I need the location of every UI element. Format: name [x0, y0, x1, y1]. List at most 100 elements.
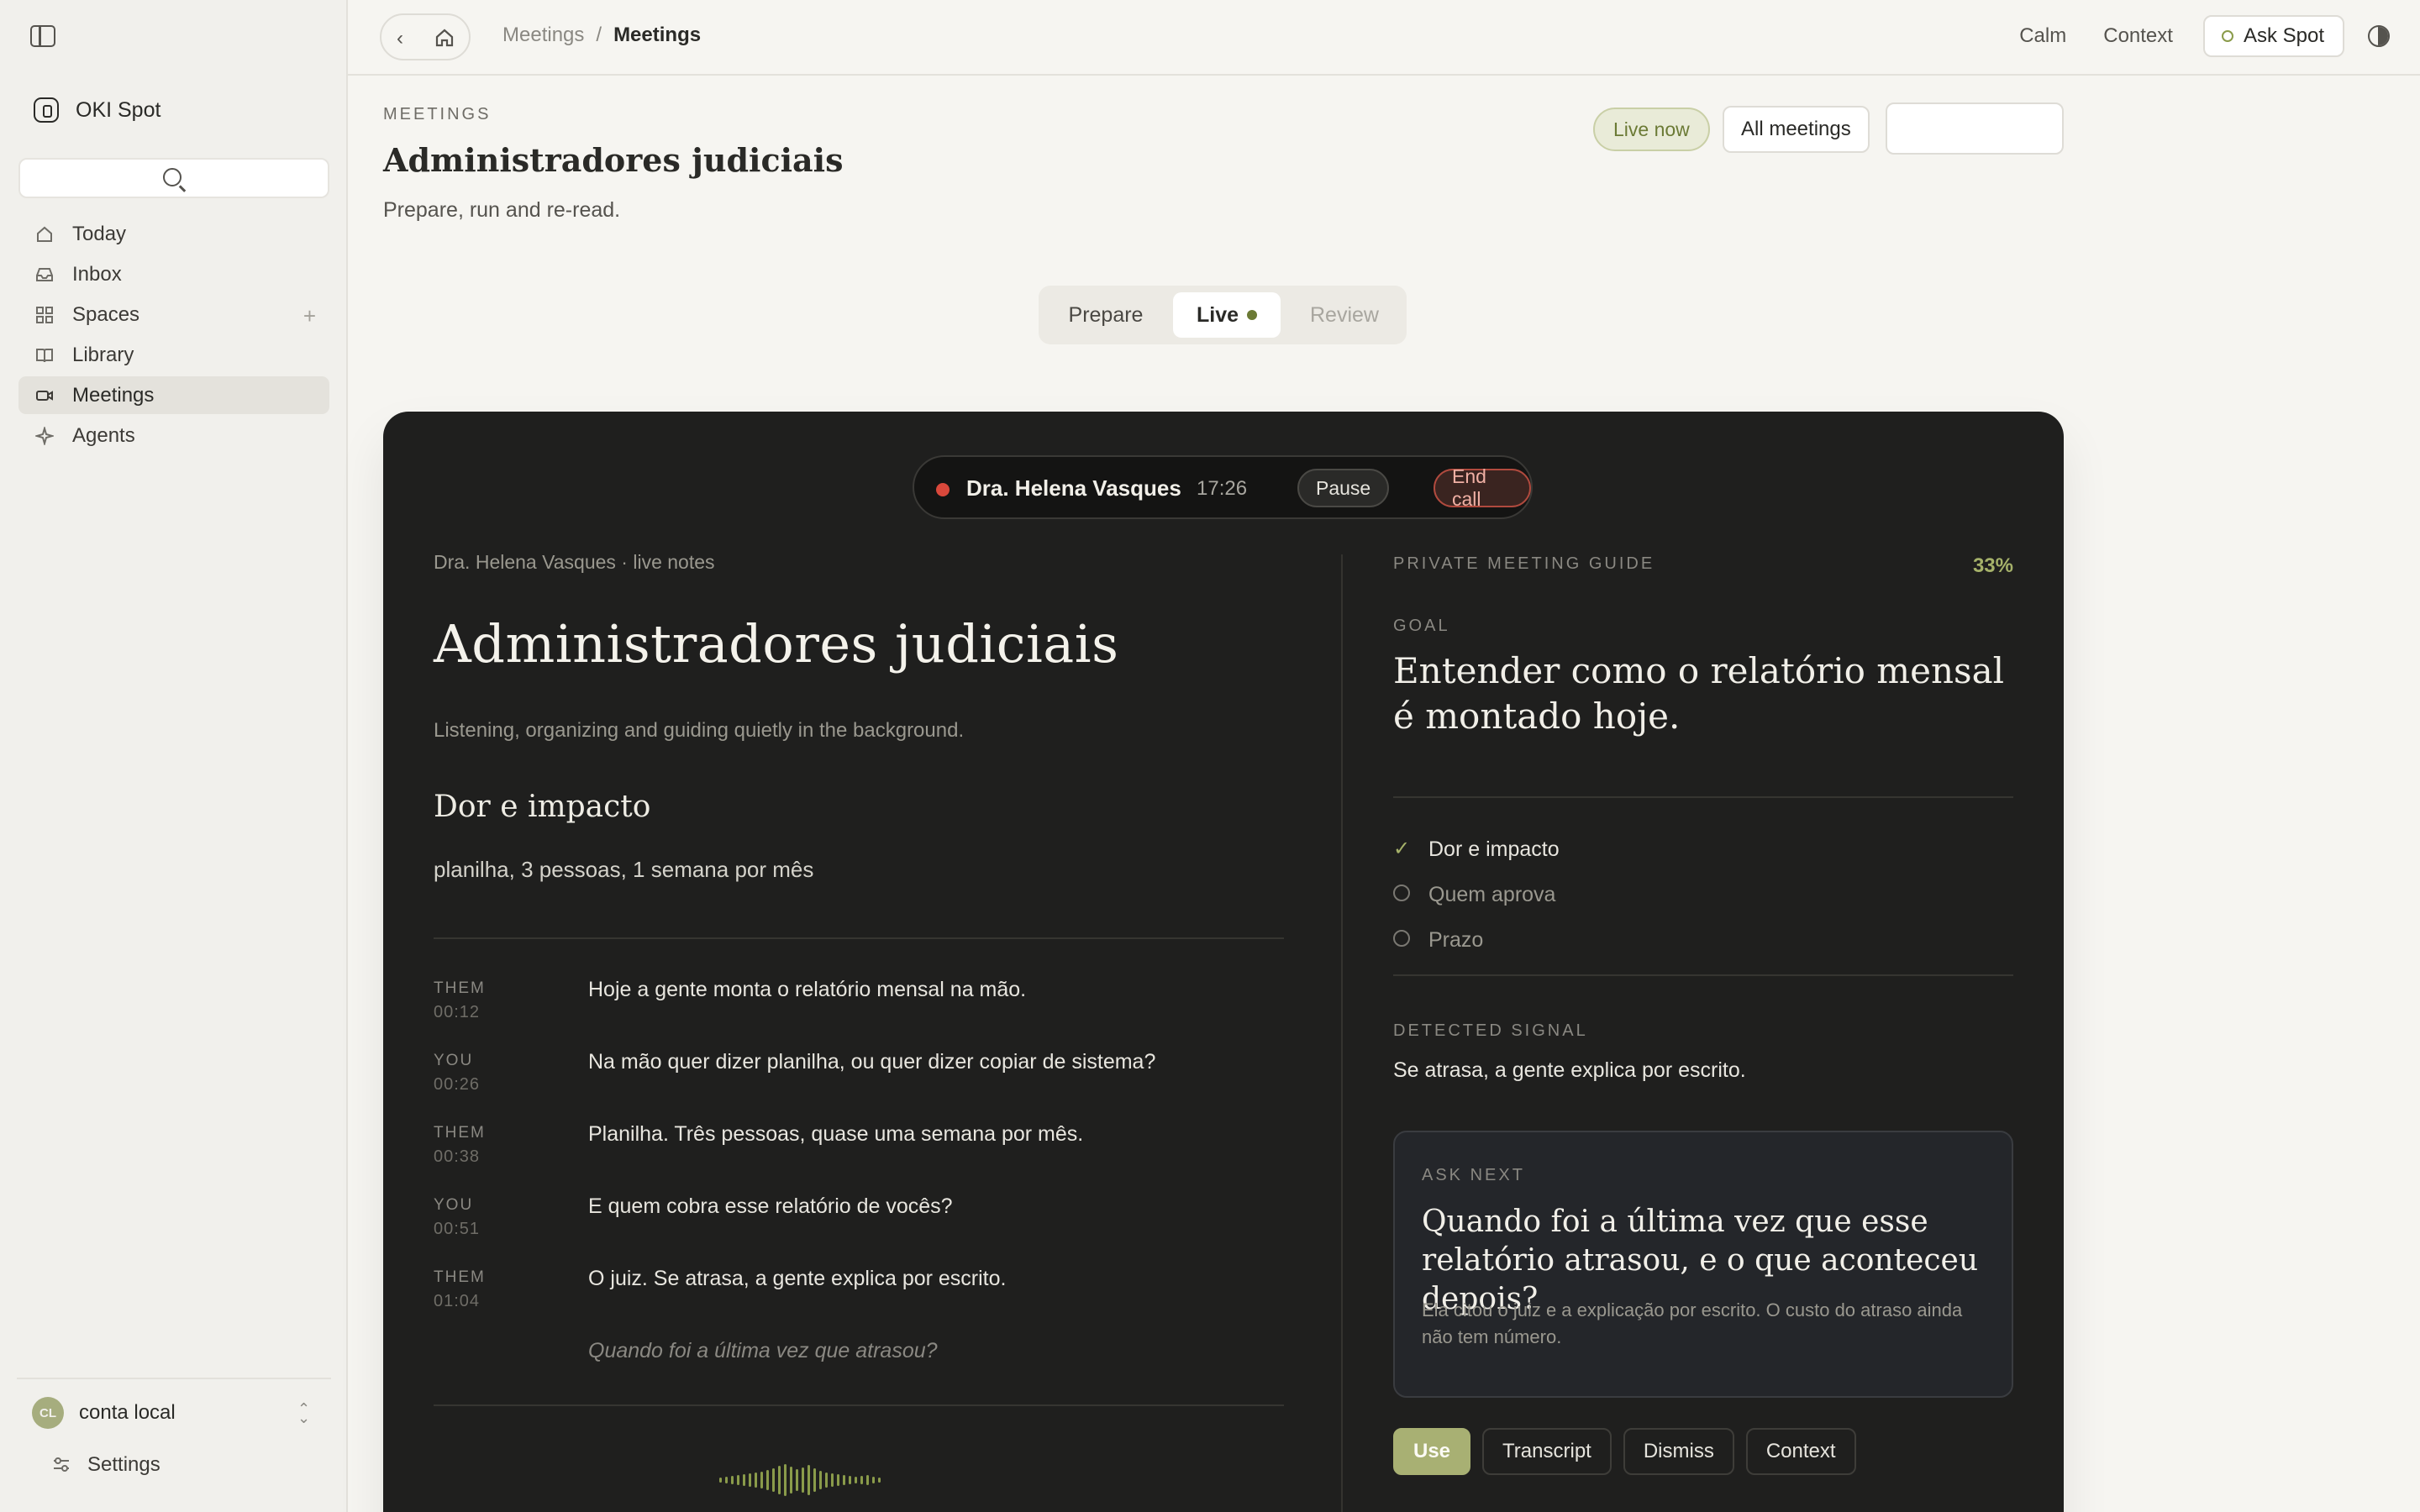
waveform-bar: [831, 1473, 834, 1487]
check-icon: ✓: [1393, 837, 1411, 860]
calm-button[interactable]: Calm: [2012, 16, 2073, 56]
search-icon: [163, 168, 182, 186]
theme-toggle-icon[interactable]: [2368, 25, 2390, 47]
checklist-label: Prazo: [1428, 927, 1484, 952]
timestamp: 00:51: [434, 1220, 481, 1238]
tab-prepare[interactable]: Prepare: [1045, 292, 1166, 338]
context-button[interactable]: Context: [1745, 1428, 1856, 1475]
speaker-label: THEM: [434, 1124, 486, 1142]
waveform-bar: [749, 1473, 751, 1487]
waveform-bar: [802, 1467, 804, 1493]
goal-text: Entender como o relatório mensal é monta…: [1393, 650, 2005, 737]
sidebar-item-library[interactable]: Library: [18, 336, 329, 374]
transcript-row: YOU 00:51 E quem cobra esse relatório de…: [434, 1194, 1284, 1267]
checklist-item[interactable]: ✓ Dor e impacto: [1393, 827, 2013, 872]
waveform-bar: [760, 1472, 763, 1488]
sidebar-item-label: Today: [72, 222, 127, 245]
speaker-label: THEM: [434, 979, 486, 997]
sidebar-item-meetings[interactable]: Meetings: [18, 376, 329, 414]
utterance: Hoje a gente monta o relatório mensal na…: [588, 978, 1027, 1001]
waveform-bar: [872, 1477, 875, 1483]
checklist-item[interactable]: Quem aprova: [1393, 872, 2013, 917]
notes-title: Administradores judiciais: [434, 613, 1119, 675]
suggested-question-row: Quando foi a última vez que atrasou?: [434, 1339, 1284, 1411]
utterance: E quem cobra esse relatório de vocês?: [588, 1194, 953, 1218]
brand[interactable]: OKI Spot: [34, 97, 160, 123]
guide-checklist: ✓ Dor e impacto Quem aprova Prazo: [1393, 827, 2013, 963]
breadcrumb-parent[interactable]: Meetings: [502, 24, 584, 47]
waveform-bar: [808, 1465, 810, 1495]
home-icon[interactable]: [434, 27, 455, 49]
breadcrumb-current: Meetings: [613, 24, 702, 46]
transcript-row: THEM 01:04 O juiz. Se atrasa, a gente ex…: [434, 1267, 1284, 1339]
ask-next-note: Ela citou o juiz e a explicação por escr…: [1422, 1299, 1963, 1347]
transcript-row: THEM 00:12 Hoje a gente monta o relatóri…: [434, 978, 1284, 1050]
live-now-filter[interactable]: Live now: [1593, 108, 1710, 151]
guide-label: PRIVATE MEETING GUIDE: [1393, 554, 1655, 573]
account-switcher[interactable]: CL conta local: [32, 1397, 176, 1429]
timestamp: 00:12: [434, 1003, 481, 1021]
waveform-bar: [725, 1477, 728, 1483]
grid-icon: [36, 307, 53, 323]
speaker-label: YOU: [434, 1196, 474, 1214]
tab-live[interactable]: Live: [1173, 292, 1281, 338]
dismiss-button[interactable]: Dismiss: [1623, 1428, 1734, 1475]
account-label: conta local: [79, 1401, 176, 1424]
waveform-bar: [843, 1475, 845, 1485]
ask-spot-button[interactable]: Ask Spot: [2202, 15, 2344, 57]
sidebar-nav: Today Inbox Spaces + Library Meetings Ag…: [18, 215, 329, 457]
transcript-row: YOU 00:26 Na mão quer dizer planilha, ou…: [434, 1050, 1284, 1122]
suggested-question: Quando foi a última vez que atrasou?: [588, 1339, 938, 1362]
pause-button[interactable]: Pause: [1297, 469, 1390, 507]
sidebar-toggle-icon[interactable]: [30, 25, 55, 47]
checklist-item[interactable]: Prazo: [1393, 917, 2013, 963]
topbar-actions: Calm Context Ask Spot: [2012, 15, 2390, 57]
sidebar-item-label: Library: [72, 343, 134, 366]
waveform-bar: [837, 1474, 839, 1486]
back-icon[interactable]: ‹: [397, 27, 403, 50]
sidebar-divider: [17, 1378, 331, 1379]
context-button[interactable]: Context: [2096, 16, 2180, 56]
guide-actions: Use Transcript Dismiss Context: [1393, 1428, 1856, 1475]
transcript: THEM 00:12 Hoje a gente monta o relatóri…: [434, 978, 1284, 1411]
notes-label: Dra. Helena Vasques · live notes: [434, 551, 715, 573]
history-nav: ‹: [380, 13, 471, 60]
avatar: CL: [32, 1397, 64, 1429]
breadcrumb: Meetings / Meetings: [502, 24, 701, 47]
sidebar-item-inbox[interactable]: Inbox: [18, 255, 329, 293]
waveform-bar: [825, 1473, 828, 1488]
speaker-label: YOU: [434, 1052, 474, 1069]
empty-circle-icon: [1393, 930, 1410, 947]
timestamp: 01:04: [434, 1292, 481, 1310]
settings-button[interactable]: Settings: [52, 1453, 160, 1477]
page-eyebrow: MEETINGS: [383, 105, 492, 123]
all-meetings-button[interactable]: All meetings: [1723, 106, 1870, 153]
live-notes-panel: Dra. Helena Vasques · live notes Adminis…: [434, 551, 1284, 1406]
sidebar: OKI Spot Today Inbox Spaces + Library Me…: [0, 0, 348, 1512]
ask-spot-label: Ask Spot: [2243, 24, 2324, 47]
end-call-button[interactable]: End call: [1434, 465, 1531, 510]
use-button[interactable]: Use: [1393, 1428, 1471, 1475]
tab-live-label: Live: [1196, 302, 1239, 327]
add-space-icon[interactable]: +: [303, 303, 316, 329]
tab-review[interactable]: Review: [1287, 292, 1402, 338]
header-field[interactable]: [1886, 102, 2064, 155]
chevron-updown-icon[interactable]: ⌃ ⌄: [297, 1401, 310, 1425]
notes-section-text: planilha, 3 pessoas, 1 semana por mês: [434, 857, 814, 882]
checklist-label: Dor e impacto: [1428, 837, 1560, 861]
audio-waveform: [719, 1463, 881, 1497]
book-icon: [36, 349, 53, 363]
notes-subtitle: Listening, organizing and guiding quietl…: [434, 719, 965, 742]
waveform-bar: [790, 1467, 792, 1494]
sidebar-item-agents[interactable]: Agents: [18, 417, 329, 454]
waveform-bar: [813, 1468, 816, 1492]
sidebar-item-label: Inbox: [72, 262, 122, 286]
guide-progress: 33%: [1972, 554, 2013, 577]
transcript-button[interactable]: Transcript: [1482, 1428, 1612, 1475]
sidebar-item-today[interactable]: Today: [18, 215, 329, 253]
search-input[interactable]: [18, 158, 329, 198]
waveform-bar: [719, 1478, 722, 1483]
empty-circle-icon: [1393, 885, 1410, 901]
sidebar-item-spaces[interactable]: Spaces +: [18, 296, 329, 333]
column-divider: [1341, 554, 1343, 1512]
